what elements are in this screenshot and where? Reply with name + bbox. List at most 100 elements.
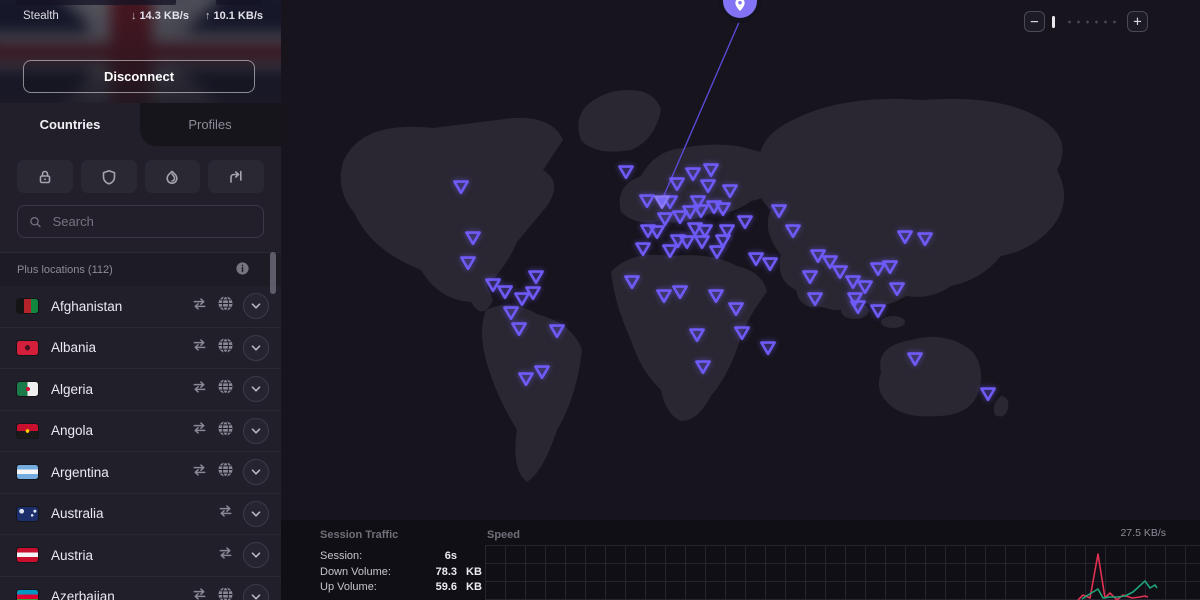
- swap-arrows-icon[interactable]: [217, 503, 234, 524]
- country-row[interactable]: Australia: [0, 494, 281, 536]
- server-marker[interactable]: [887, 280, 907, 298]
- server-marker[interactable]: [726, 300, 746, 318]
- chevron-down-icon[interactable]: [243, 376, 269, 402]
- server-marker[interactable]: [895, 228, 915, 246]
- chevron-down-icon[interactable]: [243, 293, 269, 319]
- globe-icon[interactable]: [217, 586, 234, 600]
- server-marker[interactable]: [693, 358, 713, 376]
- server-marker[interactable]: [915, 230, 935, 248]
- server-marker[interactable]: [526, 268, 546, 286]
- scrollbar-thumb[interactable]: [270, 252, 276, 294]
- globe-icon[interactable]: [217, 461, 234, 483]
- server-marker[interactable]: [735, 213, 755, 231]
- country-row[interactable]: Azerbaijan: [0, 577, 281, 600]
- search-input[interactable]: [51, 213, 252, 230]
- netshield-button[interactable]: [81, 160, 137, 193]
- swap-arrows-icon[interactable]: [191, 462, 208, 483]
- server-marker[interactable]: [523, 284, 543, 302]
- server-marker[interactable]: [905, 350, 925, 368]
- globe-icon[interactable]: [217, 337, 234, 359]
- session-traffic-title: Session Traffic: [320, 529, 485, 541]
- server-marker[interactable]: [713, 200, 733, 218]
- country-row[interactable]: Algeria: [0, 369, 281, 411]
- server-marker[interactable]: [633, 240, 653, 258]
- server-marker[interactable]: [691, 202, 711, 220]
- server-marker[interactable]: [978, 385, 998, 403]
- country-name: Azerbaijan: [51, 589, 191, 600]
- swap-arrows-icon[interactable]: [191, 420, 208, 441]
- server-marker[interactable]: [667, 175, 687, 193]
- continent-south-america: [482, 305, 582, 482]
- p2p-button[interactable]: [208, 160, 264, 193]
- country-row[interactable]: Albania: [0, 328, 281, 370]
- server-marker[interactable]: [760, 255, 780, 273]
- tab-profiles[interactable]: Profiles: [140, 103, 280, 146]
- server-marker[interactable]: [706, 287, 726, 305]
- country-row[interactable]: Angola: [0, 411, 281, 453]
- globe-icon[interactable]: [217, 295, 234, 317]
- info-icon[interactable]: [235, 261, 250, 279]
- globe-icon[interactable]: [217, 420, 234, 442]
- zoom-out-button[interactable]: −: [1024, 11, 1045, 32]
- tab-countries[interactable]: Countries: [0, 103, 140, 146]
- down-volume-value: 78.3: [415, 566, 457, 578]
- chevron-down-icon[interactable]: [243, 501, 269, 527]
- server-marker[interactable]: [463, 229, 483, 247]
- search-box[interactable]: [17, 205, 264, 238]
- swap-arrows-icon[interactable]: [191, 296, 208, 317]
- country-row[interactable]: Afghanistan: [0, 286, 281, 328]
- server-marker[interactable]: [547, 322, 567, 340]
- server-marker[interactable]: [880, 258, 900, 276]
- chevron-down-icon[interactable]: [243, 584, 269, 600]
- clipped-server-row: [16, 0, 267, 6]
- globe-icon[interactable]: [217, 378, 234, 400]
- country-row[interactable]: Austria: [0, 535, 281, 577]
- tor-button[interactable]: [145, 160, 201, 193]
- server-marker[interactable]: [805, 290, 825, 308]
- chevron-down-icon[interactable]: [243, 542, 269, 568]
- server-marker[interactable]: [758, 339, 778, 357]
- swap-arrows-icon[interactable]: [217, 545, 234, 566]
- server-marker[interactable]: [783, 222, 803, 240]
- country-name: Australia: [51, 506, 217, 521]
- country-flag: [17, 424, 38, 438]
- server-marker[interactable]: [647, 223, 667, 241]
- connected-server-marker[interactable]: [652, 193, 672, 211]
- zoom-in-button[interactable]: +: [1127, 11, 1148, 32]
- server-marker[interactable]: [848, 298, 868, 316]
- server-marker[interactable]: [458, 254, 478, 272]
- up-volume-unit: KB: [457, 581, 485, 593]
- server-marker[interactable]: [800, 268, 820, 286]
- server-marker[interactable]: [769, 202, 789, 220]
- server-marker[interactable]: [707, 243, 727, 261]
- country-row[interactable]: Argentina: [0, 452, 281, 494]
- server-marker[interactable]: [616, 163, 636, 181]
- country-list: Afghanistan Albania: [0, 286, 281, 600]
- country-flag: [17, 590, 38, 600]
- secure-core-button[interactable]: [17, 160, 73, 193]
- chevron-down-icon[interactable]: [243, 418, 269, 444]
- up-volume-row: Up Volume: 59.6 KB: [320, 581, 485, 593]
- server-marker[interactable]: [670, 283, 690, 301]
- zoom-slider[interactable]: [1065, 20, 1117, 24]
- server-marker[interactable]: [660, 242, 680, 260]
- server-marker[interactable]: [509, 320, 529, 338]
- chevron-down-icon[interactable]: [243, 335, 269, 361]
- server-marker[interactable]: [451, 178, 471, 196]
- chevron-down-icon[interactable]: [243, 459, 269, 485]
- server-marker[interactable]: [622, 273, 642, 291]
- server-marker[interactable]: [687, 326, 707, 344]
- search-icon: [29, 215, 42, 229]
- disconnect-button[interactable]: Disconnect: [23, 60, 255, 93]
- swap-arrows-icon[interactable]: [191, 337, 208, 358]
- server-marker[interactable]: [732, 324, 752, 342]
- server-marker[interactable]: [532, 363, 552, 381]
- country-flag: [17, 382, 38, 396]
- continent-greenland: [578, 90, 661, 152]
- speed-lines: [485, 545, 1200, 600]
- swap-arrows-icon[interactable]: [191, 586, 208, 600]
- zoom-level-indicator[interactable]: [1052, 16, 1055, 28]
- world-map[interactable]: − +: [281, 0, 1200, 600]
- server-marker[interactable]: [868, 302, 888, 320]
- swap-arrows-icon[interactable]: [191, 379, 208, 400]
